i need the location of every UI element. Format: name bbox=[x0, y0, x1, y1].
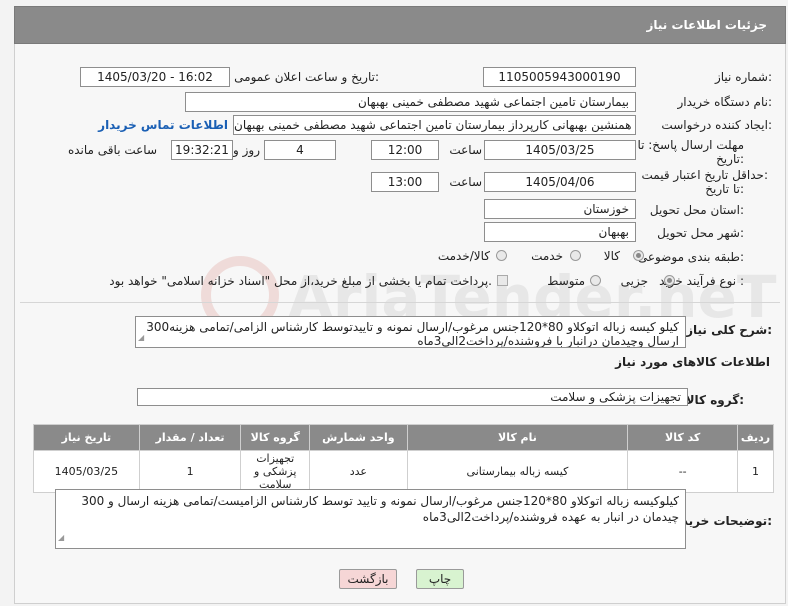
deadline-time-label: ساعت bbox=[449, 143, 482, 157]
col-row: ردیف bbox=[737, 424, 774, 451]
description-label: شرح کلی نیاز: bbox=[686, 323, 772, 337]
table-header-row: ردیف کد کالا نام کالا واحد شمارش گروه کا… bbox=[33, 424, 774, 451]
col-qty: تعداد / مقدار bbox=[138, 424, 242, 451]
radio-category-goods[interactable] bbox=[633, 250, 644, 261]
category-goods-service-label: کالا/خدمت bbox=[437, 249, 490, 263]
city-label: شهر محل تحویل: bbox=[657, 226, 744, 240]
cell-code: -- bbox=[627, 450, 739, 493]
col-name: نام کالا bbox=[406, 424, 629, 451]
goods-group-label: گروه کالا: bbox=[685, 393, 744, 407]
category-goods-label: کالا bbox=[603, 249, 620, 263]
buyer-org-label: نام دستگاه خریدار: bbox=[677, 95, 773, 109]
remaining-days-value: 4 bbox=[264, 140, 336, 160]
radio-process-partial[interactable] bbox=[664, 275, 675, 286]
col-date: تاریخ نیاز bbox=[33, 424, 140, 451]
description-textarea[interactable]: 300کیلو کیسه زباله اتوکلاو 80*120جنس مرغ… bbox=[135, 316, 686, 348]
cell-name: کیسه زباله بیمارستانی bbox=[406, 450, 629, 493]
creator-value: سجاد همنشین بهبهانی کارپرداز بیمارستان ت… bbox=[233, 115, 636, 135]
goods-group-value: تجهیزات پزشکی و سلامت bbox=[137, 388, 688, 406]
deadline-time-value: 12:00 bbox=[371, 140, 439, 160]
announce-date-value: 1405/03/20 - 16:02 bbox=[80, 67, 230, 87]
validity-date-value: 1405/04/06 bbox=[484, 172, 636, 192]
back-button[interactable]: بازگشت bbox=[339, 569, 397, 589]
cell-row: 1 bbox=[737, 450, 774, 493]
col-group: گروه کالا bbox=[240, 424, 311, 451]
goods-table: ردیف کد کالا نام کالا واحد شمارش گروه کا… bbox=[33, 424, 774, 493]
announce-date-label: تاریخ و ساعت اعلان عمومی: bbox=[234, 70, 379, 84]
table-row: 1 -- کیسه زباله بیمارستانی عدد تجهیزات پ… bbox=[33, 450, 774, 493]
category-label: طبقه بندی موضوعی: bbox=[637, 250, 744, 264]
goods-info-title: اطلاعات کالاهای مورد نیاز bbox=[615, 355, 770, 369]
buyer-notes-text: 300 کیلوکیسه زباله اتوکلاو 80*120جنس مرغ… bbox=[81, 494, 679, 524]
cell-qty: 1 bbox=[138, 450, 242, 493]
treasury-payment-note: پرداخت تمام یا بخشی از مبلغ خرید،از محل … bbox=[109, 274, 492, 288]
divider bbox=[20, 302, 780, 303]
deadline-label-date: تاریخ: bbox=[716, 152, 744, 166]
need-number-label: شماره نیاز: bbox=[714, 70, 772, 84]
treasury-payment-checkbox[interactable] bbox=[497, 275, 508, 286]
col-unit: واحد شمارش bbox=[309, 424, 408, 451]
resize-grip-icon: ◢ bbox=[58, 533, 65, 542]
radio-category-goods-service[interactable] bbox=[496, 250, 507, 261]
need-number-value: 1105005943000190 bbox=[483, 67, 636, 87]
print-button[interactable]: چاپ bbox=[416, 569, 464, 589]
creator-label: ایجاد کننده درخواست: bbox=[661, 118, 772, 132]
page-header: جزئیات اطلاعات نیاز bbox=[14, 6, 786, 44]
cell-group: تجهیزات پزشکی و سلامت bbox=[240, 450, 311, 493]
description-text: 300کیلو کیسه زباله اتوکلاو 80*120جنس مرغ… bbox=[146, 320, 679, 348]
category-service-label: خدمت bbox=[531, 249, 563, 263]
remaining-time-value: 19:32:21 bbox=[171, 140, 233, 160]
cell-date: 1405/03/25 bbox=[33, 450, 140, 493]
page-title: جزئیات اطلاعات نیاز bbox=[646, 18, 767, 32]
col-code: کد کالا bbox=[627, 424, 739, 451]
days-label: روز و bbox=[233, 143, 260, 157]
cell-unit: عدد bbox=[309, 450, 408, 493]
city-value: بهبهان bbox=[484, 222, 636, 242]
buyer-contact-link[interactable]: اطلاعات تماس خریدار bbox=[98, 118, 228, 132]
validity-label: حداقل تاریخ اعتبار قیمت: bbox=[641, 168, 768, 182]
validity-time-label: ساعت bbox=[449, 175, 482, 189]
buyer-notes-textarea[interactable]: 300 کیلوکیسه زباله اتوکلاو 80*120جنس مرغ… bbox=[55, 489, 686, 549]
process-medium-label: متوسط bbox=[547, 274, 585, 288]
province-value: خوزستان bbox=[484, 199, 636, 219]
validity-time-value: 13:00 bbox=[371, 172, 439, 192]
buyer-org-value: بیمارستان تامین اجتماعی شهید مصطفی خمینی… bbox=[185, 92, 636, 112]
validity-label-date: تا تاریخ: bbox=[705, 182, 744, 196]
province-label: استان محل تحویل: bbox=[649, 203, 744, 217]
radio-process-medium[interactable] bbox=[590, 275, 601, 286]
deadline-label: مهلت ارسال پاسخ: تا bbox=[637, 138, 744, 152]
resize-grip-icon: ◢ bbox=[138, 333, 145, 342]
deadline-date-value: 1405/03/25 bbox=[484, 140, 636, 160]
radio-category-service[interactable] bbox=[570, 250, 581, 261]
process-partial-label: جزیی bbox=[620, 274, 648, 288]
remaining-time-label: ساعت باقی مانده bbox=[67, 143, 157, 157]
